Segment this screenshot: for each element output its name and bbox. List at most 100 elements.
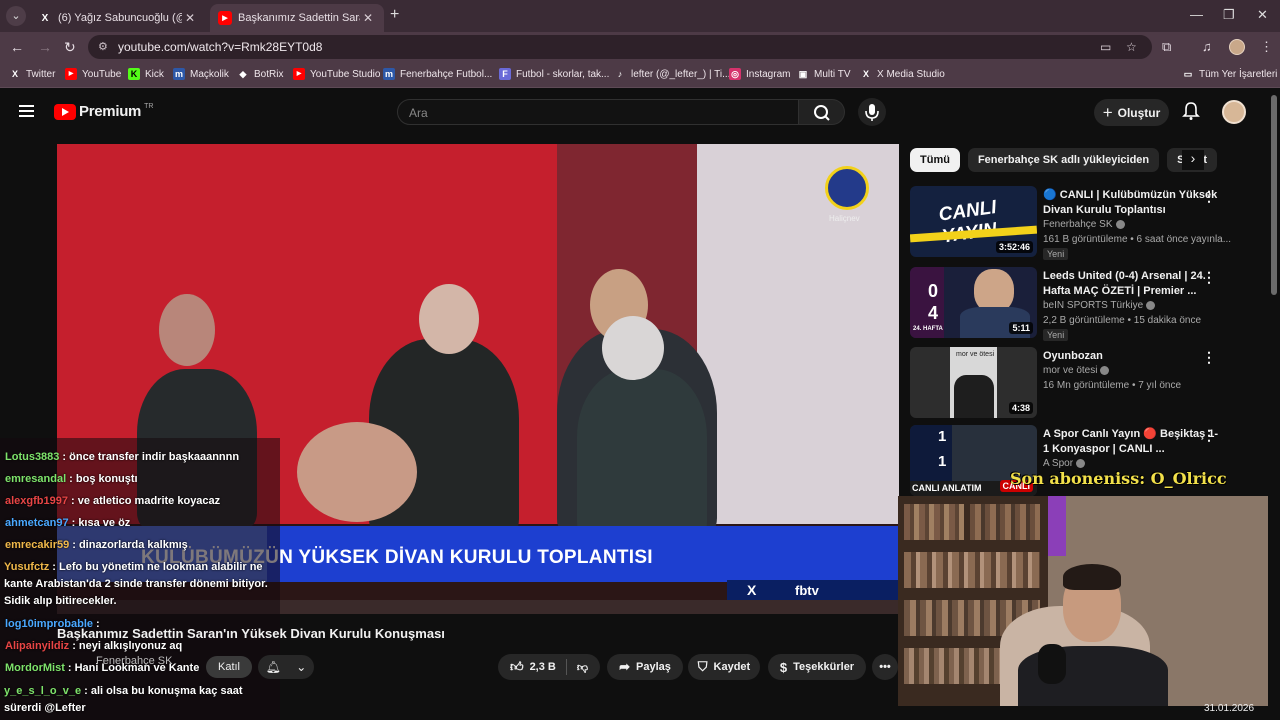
channel-label: Fenerbahçe SK xyxy=(1043,219,1113,230)
notifications-button[interactable] xyxy=(1181,101,1201,126)
chat-user: Lotus3883 xyxy=(5,451,60,463)
chip-all[interactable]: Tümü xyxy=(910,148,960,172)
close-icon[interactable]: ✕ xyxy=(360,11,376,25)
tab-search-icon[interactable]: ⌄ xyxy=(6,6,26,26)
verified-icon xyxy=(1146,300,1156,310)
new-badge: Yeni xyxy=(1043,248,1069,260)
video-thumbnail[interactable]: CANLI YAYIN 3:52:46 xyxy=(910,186,1037,257)
chip-uploader[interactable]: Fenerbahçe SK adlı yükleyiciden xyxy=(967,148,1160,172)
thumbs-up-icon[interactable]: 👍︎ xyxy=(510,659,524,675)
bookmark-label: Twitter xyxy=(26,68,56,80)
extensions-icon[interactable]: ⧉ xyxy=(1162,39,1171,55)
search-button[interactable] xyxy=(799,99,845,125)
thanks-button[interactable]: $ Teşekkürler xyxy=(768,654,866,680)
voice-search-button[interactable] xyxy=(858,98,886,126)
recommendation-channel[interactable]: A Spor xyxy=(1043,458,1086,469)
bookmark-label: Kick xyxy=(145,68,164,80)
recommendation-title[interactable]: Leeds United (0-4) Arsenal | 24. Hafta M… xyxy=(1043,269,1221,299)
like-count[interactable]: 2,3 B xyxy=(530,661,556,673)
bookmark-tiktok[interactable]: ♪ lefter (@_lefter_) | Ti... xyxy=(614,68,731,80)
chat-user: ahmetcan97 xyxy=(5,517,69,529)
forward-icon[interactable]: → xyxy=(38,39,52,55)
chat-user: emresandal xyxy=(5,473,67,485)
chat-message: Alipainyildiz: neyi alkışlıyonuz aq xyxy=(5,640,182,652)
account-avatar[interactable] xyxy=(1222,100,1246,124)
create-button[interactable]: + Oluştur xyxy=(1094,99,1169,126)
recommendation-item[interactable]: CANLI YAYIN 3:52:46 🔵 CANLI | Kulübümüzü… xyxy=(910,186,1250,260)
chat-message: ahmetcan97: kısa ve öz xyxy=(5,517,130,529)
bookmark-kick[interactable]: K Kick xyxy=(128,68,164,80)
recommendation-title[interactable]: Oyunbozan xyxy=(1043,349,1221,364)
tab-twitter[interactable]: X (6) Yağız Sabuncuoğlu (@yagoş ✕ xyxy=(30,4,206,32)
bookmark-twitter[interactable]: X Twitter xyxy=(9,68,55,80)
search-input[interactable]: Ara xyxy=(397,99,799,125)
more-vertical-icon[interactable]: ⋮ xyxy=(1202,427,1216,444)
recommendation-channel[interactable]: Fenerbahçe SK xyxy=(1043,219,1125,230)
bookmark-label: Tüm Yer İşaretleri xyxy=(1199,68,1278,80)
recommendation-item[interactable]: mor ve ötesi 4:38 Oyunbozan mor ve ötesi… xyxy=(910,347,1250,419)
tab-title: Başkanımız Sadettin Saran'ın Yü xyxy=(238,12,360,24)
back-icon[interactable]: ← xyxy=(10,39,24,55)
fbtv-logo: fbtv xyxy=(795,583,819,598)
youtube-logo[interactable]: Premium TR xyxy=(54,103,153,120)
bookmark-futbol[interactable]: F Futbol - skorlar, tak... xyxy=(499,68,609,80)
channel-label: mor ve ötesi xyxy=(1043,365,1098,376)
video-thumbnail[interactable]: mor ve ötesi 4:38 xyxy=(910,347,1037,418)
bookmark-youtube-studio[interactable]: ▶ YouTube Studio xyxy=(293,68,380,80)
verified-icon xyxy=(1115,219,1125,229)
thumbnail-text: CANLI YAYIN xyxy=(937,196,998,248)
thumbnail-band xyxy=(954,375,994,418)
new-tab-icon[interactable]: + xyxy=(390,6,399,24)
install-icon[interactable]: ▭ xyxy=(1100,40,1111,54)
more-actions-button[interactable]: ••• xyxy=(872,654,898,680)
more-vertical-icon[interactable]: ⋮ xyxy=(1202,349,1216,366)
thumbs-down-icon[interactable]: 👎︎ xyxy=(577,661,588,674)
chevron-right-icon[interactable]: › xyxy=(1182,150,1204,170)
media-control-icon[interactable]: ♫ xyxy=(1202,39,1212,54)
address-bar[interactable]: ⚙ youtube.com/watch?v=Rmk28EYT0d8 ▭ ☆ xyxy=(88,35,1152,59)
recommendation-channel[interactable]: mor ve ötesi xyxy=(1043,365,1110,376)
bookmark-star-icon[interactable]: ☆ xyxy=(1126,40,1137,54)
recommendation-title[interactable]: A Spor Canlı Yayın 🔴 Beşiktaş 1-1 Konyas… xyxy=(1043,427,1221,457)
bookmark-multitv[interactable]: ▣ Multi TV xyxy=(797,68,851,80)
tab-youtube[interactable]: ▶ Başkanımız Sadettin Saran'ın Yü ✕ xyxy=(210,4,384,32)
save-button[interactable]: ⛉ Kaydet xyxy=(688,654,760,680)
minimize-icon[interactable]: — xyxy=(1190,7,1203,22)
share-button[interactable]: ➦ Paylaş xyxy=(607,654,683,680)
maximize-icon[interactable]: ❐ xyxy=(1223,7,1235,23)
more-vertical-icon[interactable]: ⋮ xyxy=(1202,269,1216,286)
bookmark-youtube[interactable]: ▶ YouTube xyxy=(65,68,121,80)
more-vertical-icon[interactable]: ⋮ xyxy=(1202,188,1216,205)
bell-icon xyxy=(1182,102,1200,120)
streamer xyxy=(1063,564,1121,590)
recommendation-channel[interactable]: beIN SPORTS Türkiye xyxy=(1043,300,1156,311)
close-icon[interactable]: ✕ xyxy=(182,11,198,25)
chevron-down-icon: ⌄ xyxy=(296,660,307,674)
hamburger-menu-icon[interactable] xyxy=(19,105,34,117)
site-info-icon[interactable]: ⚙ xyxy=(98,40,108,53)
video-person xyxy=(602,316,664,380)
video-frame xyxy=(697,144,899,524)
recommendation-title[interactable]: 🔵 CANLI | Kulübümüzün Yüksek Divan Kurul… xyxy=(1043,188,1221,218)
search-icon xyxy=(814,105,830,121)
verified-icon xyxy=(1100,365,1110,375)
profile-avatar[interactable] xyxy=(1229,39,1245,55)
window-close-icon[interactable]: ✕ xyxy=(1257,7,1268,23)
bookmark-mackolik[interactable]: m Maçkolik xyxy=(173,68,229,80)
bookmark-instagram[interactable]: ◎ Instagram xyxy=(729,68,790,80)
channel-name[interactable]: Fenerbahçe SK xyxy=(96,655,172,667)
page-scrollbar[interactable] xyxy=(1271,95,1277,295)
subscription-bell-button[interactable]: 🔔︎ ⌄ xyxy=(258,655,314,679)
chat-user: Yusufctz xyxy=(4,561,50,573)
all-bookmarks[interactable]: ▭ Tüm Yer İşaretleri xyxy=(1182,68,1278,80)
bookmark-botrix[interactable]: ◆ BotRix xyxy=(237,68,284,80)
recommendation-item[interactable]: 0 4 24. HAFTA 5:11 Leeds United (0-4) Ar… xyxy=(910,267,1250,341)
menu-kebab-icon[interactable]: ⋮ xyxy=(1260,39,1273,55)
bookmark-fenerbahce[interactable]: m Fenerbahçe Futbol... xyxy=(383,68,492,80)
reload-icon[interactable]: ↻ xyxy=(64,39,76,56)
join-button[interactable]: Katıl xyxy=(206,656,252,678)
bookmark-x-media-studio[interactable]: X X Media Studio xyxy=(860,68,945,80)
chat-text: : önce transfer indir başkaaannnn xyxy=(62,451,240,463)
video-thumbnail[interactable]: 0 4 24. HAFTA 5:11 xyxy=(910,267,1037,338)
chat-user: MordorMist xyxy=(5,662,65,674)
